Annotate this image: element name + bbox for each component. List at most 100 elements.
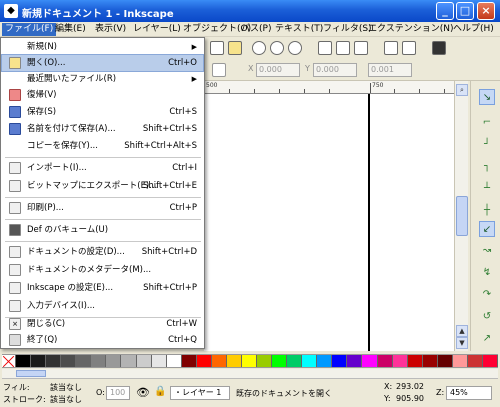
fill-value[interactable]: 該当なし	[50, 382, 82, 393]
zoom-page-icon[interactable]	[288, 41, 302, 55]
drawing-canvas[interactable]	[204, 94, 454, 351]
menu-item-open[interactable]: 開く(O)... Ctrl+O	[1, 54, 204, 72]
menu-text[interactable]: テキスト(T)	[272, 23, 326, 36]
color-swatch[interactable]	[46, 355, 62, 367]
color-swatch[interactable]	[61, 355, 77, 367]
color-swatch[interactable]	[332, 355, 348, 367]
color-swatch[interactable]	[106, 355, 122, 367]
menu-help[interactable]: ヘルプ(H)	[450, 23, 497, 36]
lock-icon[interactable]: 🔒	[154, 386, 166, 397]
color-swatch[interactable]	[91, 355, 107, 367]
zoom-corner-icon[interactable]: ⌕	[456, 84, 468, 96]
menu-item-preferences[interactable]: Inkscape の設定(E)... Shift+Ctrl+P	[2, 280, 203, 296]
layer-select[interactable]: ・レイヤー 1	[170, 386, 230, 400]
menu-item-vacuum-defs[interactable]: Def のバキューム(U)	[2, 222, 203, 238]
color-swatch[interactable]	[196, 355, 212, 367]
color-swatch[interactable]	[241, 355, 257, 367]
color-swatch[interactable]	[166, 355, 182, 367]
snap-bbox-edge-icon[interactable]: ┘	[479, 137, 495, 153]
eye-visibility-icon[interactable]: 👁	[136, 386, 150, 399]
palette-scroll-thumb[interactable]	[16, 370, 46, 377]
zoom-in-icon[interactable]	[252, 41, 266, 55]
color-swatch[interactable]	[257, 355, 273, 367]
snap-enable-icon[interactable]: ↘	[479, 89, 495, 105]
menu-item-quit[interactable]: 終了(Q) Ctrl+Q	[2, 332, 203, 348]
color-swatch[interactable]	[121, 355, 137, 367]
color-swatch[interactable]	[407, 355, 423, 367]
color-swatch[interactable]	[181, 355, 197, 367]
zoom-input[interactable]: 45%	[446, 386, 492, 400]
snap-cusp-icon[interactable]: ↺	[479, 309, 495, 325]
snap-bbox-corner-icon[interactable]: ┐	[479, 159, 495, 175]
menu-item-save[interactable]: 保存(S) Ctrl+S	[2, 104, 203, 120]
duplicate-icon[interactable]	[318, 41, 332, 55]
color-swatch[interactable]	[226, 355, 242, 367]
color-swatch[interactable]	[317, 355, 333, 367]
unlink-clone-icon[interactable]	[354, 41, 368, 55]
color-swatch[interactable]	[482, 355, 498, 367]
color-swatch[interactable]	[392, 355, 408, 367]
snap-intersection-icon[interactable]: ↯	[479, 265, 495, 281]
color-swatch[interactable]	[437, 355, 453, 367]
color-swatch[interactable]	[287, 355, 303, 367]
color-swatch[interactable]	[211, 355, 227, 367]
menu-item-export-bitmap[interactable]: ビットマップにエクスポート(E)... Shift+Ctrl+E	[2, 178, 203, 194]
color-swatch[interactable]	[347, 355, 363, 367]
menu-layer[interactable]: レイヤー(L)	[130, 23, 184, 36]
close-button[interactable]: ×	[477, 2, 495, 20]
menu-item-print[interactable]: 印刷(P)... Ctrl+P	[2, 200, 203, 216]
snap-path-icon[interactable]: ↝	[479, 243, 495, 259]
color-swatch[interactable]	[151, 355, 167, 367]
menu-item-save-as[interactable]: 名前を付けて保存(A)... Shift+Ctrl+S	[2, 121, 203, 137]
menu-item-save-copy[interactable]: コピーを保存(Y)... Shift+Ctrl+Alt+S	[2, 138, 203, 154]
minimize-button[interactable]: _	[436, 2, 454, 20]
palette-scrollbar[interactable]	[2, 369, 498, 379]
menu-extensions[interactable]: エクステンション(N)	[365, 23, 457, 36]
color-swatch[interactable]	[136, 355, 152, 367]
scroll-thumb[interactable]	[456, 196, 468, 236]
menu-path[interactable]: パス(P)	[238, 23, 274, 36]
color-swatch[interactable]	[377, 355, 393, 367]
menu-item-import[interactable]: インポート(I)... Ctrl+I	[2, 160, 203, 176]
snap-nodes-icon[interactable]: ↙	[479, 221, 495, 237]
menu-file[interactable]: ファイル(F)	[2, 23, 57, 36]
menu-item-close[interactable]: × 閉じる(C) Ctrl+W	[2, 316, 203, 332]
ungroup-icon[interactable]	[402, 41, 416, 55]
align-icon[interactable]	[212, 63, 226, 77]
color-swatch[interactable]	[76, 355, 92, 367]
menu-item-revert[interactable]: 復帰(V)	[2, 87, 203, 103]
color-swatch[interactable]	[31, 355, 47, 367]
menu-item-new[interactable]: 新規(N) ▶	[2, 39, 203, 55]
color-swatch[interactable]	[422, 355, 438, 367]
x-input[interactable]: 0.000	[256, 63, 300, 77]
color-swatch[interactable]	[272, 355, 288, 367]
color-swatch[interactable]	[467, 355, 483, 367]
group-icon[interactable]	[384, 41, 398, 55]
menu-item-recent[interactable]: 最近開いたファイル(R) ▶	[2, 71, 203, 87]
snap-guide-icon[interactable]: ↗	[479, 331, 495, 347]
no-paint-swatch[interactable]	[2, 355, 16, 367]
color-swatch[interactable]	[362, 355, 378, 367]
arrow-icon[interactable]	[210, 41, 224, 55]
menu-item-input-devices[interactable]: 入力デバイス(I)...	[2, 298, 203, 314]
y-input[interactable]: 0.000	[313, 63, 357, 77]
width-input[interactable]: 0.001	[368, 63, 412, 77]
stroke-value[interactable]: 該当なし	[50, 394, 82, 405]
menu-view[interactable]: 表示(V)	[92, 23, 129, 36]
menu-item-document-metadata[interactable]: ドキュメントのメタデータ(M)...	[2, 262, 203, 278]
scroll-down-icon[interactable]: ▼	[456, 337, 468, 349]
zoom-out-icon[interactable]	[270, 41, 284, 55]
snap-center-icon[interactable]: ┼	[479, 203, 495, 219]
scroll-up-icon[interactable]: ▲	[456, 325, 468, 337]
snap-midpoint-icon[interactable]: ┴	[479, 181, 495, 197]
opacity-input[interactable]: 100	[106, 386, 130, 400]
color-swatch[interactable]	[16, 355, 32, 367]
inkscape-app-icon[interactable]: ◆	[4, 4, 18, 18]
menu-edit[interactable]: 編集(E)	[52, 23, 89, 36]
menu-item-document-properties[interactable]: ドキュメントの設定(D)... Shift+Ctrl+D	[2, 244, 203, 260]
color-swatch[interactable]	[302, 355, 318, 367]
clone-icon[interactable]	[336, 41, 350, 55]
fill-stroke-icon[interactable]	[432, 41, 446, 55]
snap-bbox-icon[interactable]: ⌐	[479, 115, 495, 131]
snap-smooth-icon[interactable]: ↷	[479, 287, 495, 303]
